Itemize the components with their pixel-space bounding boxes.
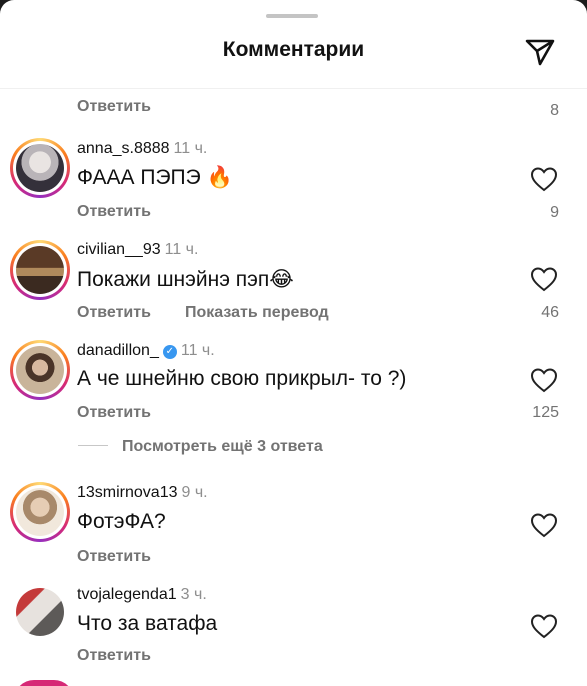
comment-meta: danadillon_ ✓ 11 ч. bbox=[77, 342, 215, 360]
avatar[interactable] bbox=[10, 582, 70, 642]
comment-text: ФААА ПЭПЭ 🔥 bbox=[77, 166, 233, 189]
timestamp: 11 ч. bbox=[173, 140, 208, 157]
like-count: 125 bbox=[532, 404, 559, 421]
avatar[interactable] bbox=[14, 680, 74, 686]
heart-icon[interactable] bbox=[530, 613, 558, 639]
comment-meta: civilian__93 11 ч. bbox=[77, 241, 198, 259]
comment-meta: tvojalegenda1 3 ч. bbox=[77, 586, 207, 604]
comment-meta: anna_s.8888 11 ч. bbox=[77, 140, 207, 158]
timestamp: 11 ч. bbox=[180, 342, 215, 359]
reply-button[interactable]: Ответить bbox=[77, 304, 151, 322]
timestamp: 11 ч. bbox=[164, 241, 199, 258]
thread-line bbox=[78, 445, 108, 446]
heart-icon[interactable] bbox=[530, 367, 558, 393]
avatar[interactable] bbox=[10, 482, 70, 542]
comment-text: А че шнейню свою прикрыл- то ?) bbox=[77, 367, 407, 390]
username[interactable]: danadillon_ bbox=[77, 342, 159, 359]
view-more-replies-button[interactable]: Посмотреть ещё 3 ответа bbox=[78, 438, 323, 456]
page-title: Комментарии bbox=[222, 38, 365, 61]
timestamp: 9 ч. bbox=[181, 484, 208, 501]
like-count: 8 bbox=[550, 102, 559, 119]
reply-button[interactable]: Ответить bbox=[77, 548, 151, 566]
comment-meta: 13smirnova13 9 ч. bbox=[77, 484, 208, 502]
comment-text: ФотэФА? bbox=[77, 510, 166, 533]
heart-icon[interactable] bbox=[530, 512, 558, 538]
header-divider bbox=[0, 88, 587, 89]
verified-badge-icon: ✓ bbox=[162, 345, 177, 359]
reply-button[interactable]: Ответить bbox=[77, 98, 151, 116]
view-more-replies-label: Посмотреть ещё 3 ответа bbox=[122, 438, 323, 455]
comment-text: Покажи шнэйнэ пэп😂 bbox=[77, 268, 294, 291]
send-icon[interactable] bbox=[524, 36, 556, 68]
reply-button[interactable]: Ответить bbox=[77, 404, 151, 422]
username[interactable]: tvojalegenda1 bbox=[77, 586, 177, 603]
comment-text: Что за ватафа bbox=[77, 612, 218, 635]
translate-button[interactable]: Показать перевод bbox=[185, 304, 329, 322]
like-count: 46 bbox=[541, 304, 559, 321]
drag-handle[interactable] bbox=[266, 14, 318, 18]
username[interactable]: civilian__93 bbox=[77, 241, 161, 258]
reply-button[interactable]: Ответить bbox=[77, 203, 151, 221]
like-count: 9 bbox=[550, 204, 559, 221]
reply-button[interactable]: Ответить bbox=[77, 647, 151, 665]
avatar[interactable] bbox=[10, 138, 70, 198]
comments-sheet: Комментарии Ответить 8 anna_s.8888 11 ч. … bbox=[0, 0, 587, 686]
username[interactable]: 13smirnova13 bbox=[77, 484, 178, 501]
username[interactable]: anna_s.8888 bbox=[77, 140, 170, 157]
heart-icon[interactable] bbox=[530, 266, 558, 292]
heart-icon[interactable] bbox=[530, 166, 558, 192]
timestamp: 3 ч. bbox=[180, 586, 207, 603]
avatar[interactable] bbox=[10, 340, 70, 400]
avatar[interactable] bbox=[10, 240, 70, 300]
